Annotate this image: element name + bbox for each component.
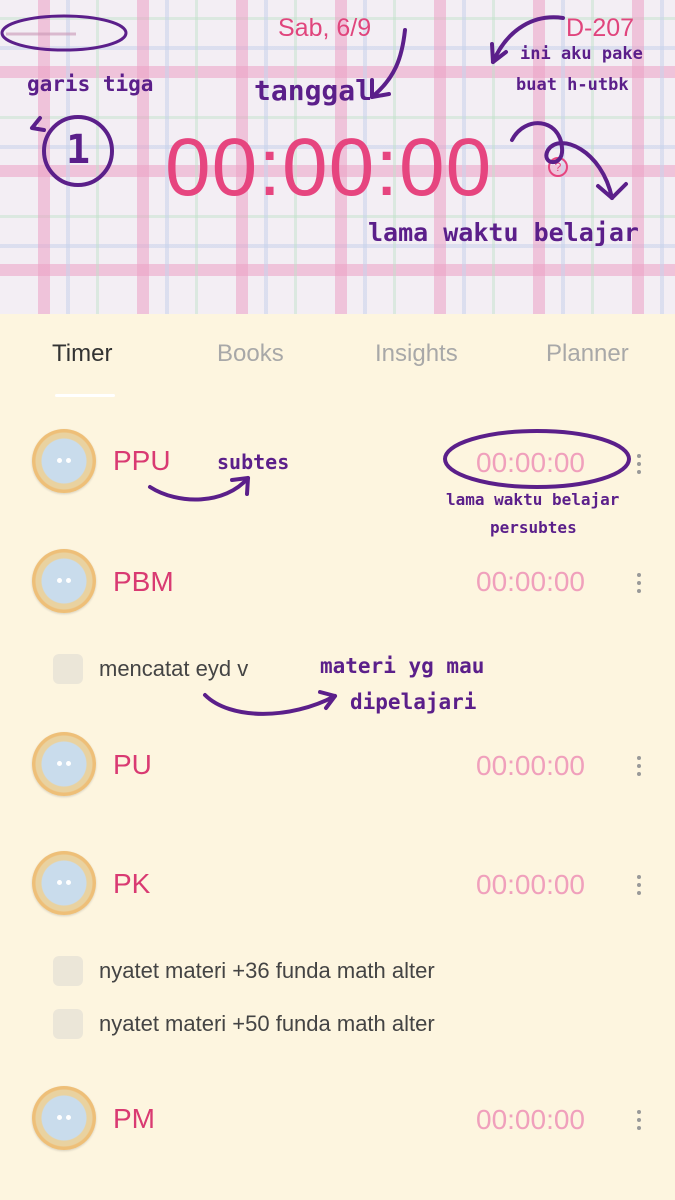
materi-arrow [203,693,337,716]
date-arrow [370,28,407,99]
annotation-drawings [30,15,631,716]
menu-arrow [30,116,46,132]
row-timer-ellipse [443,429,631,489]
